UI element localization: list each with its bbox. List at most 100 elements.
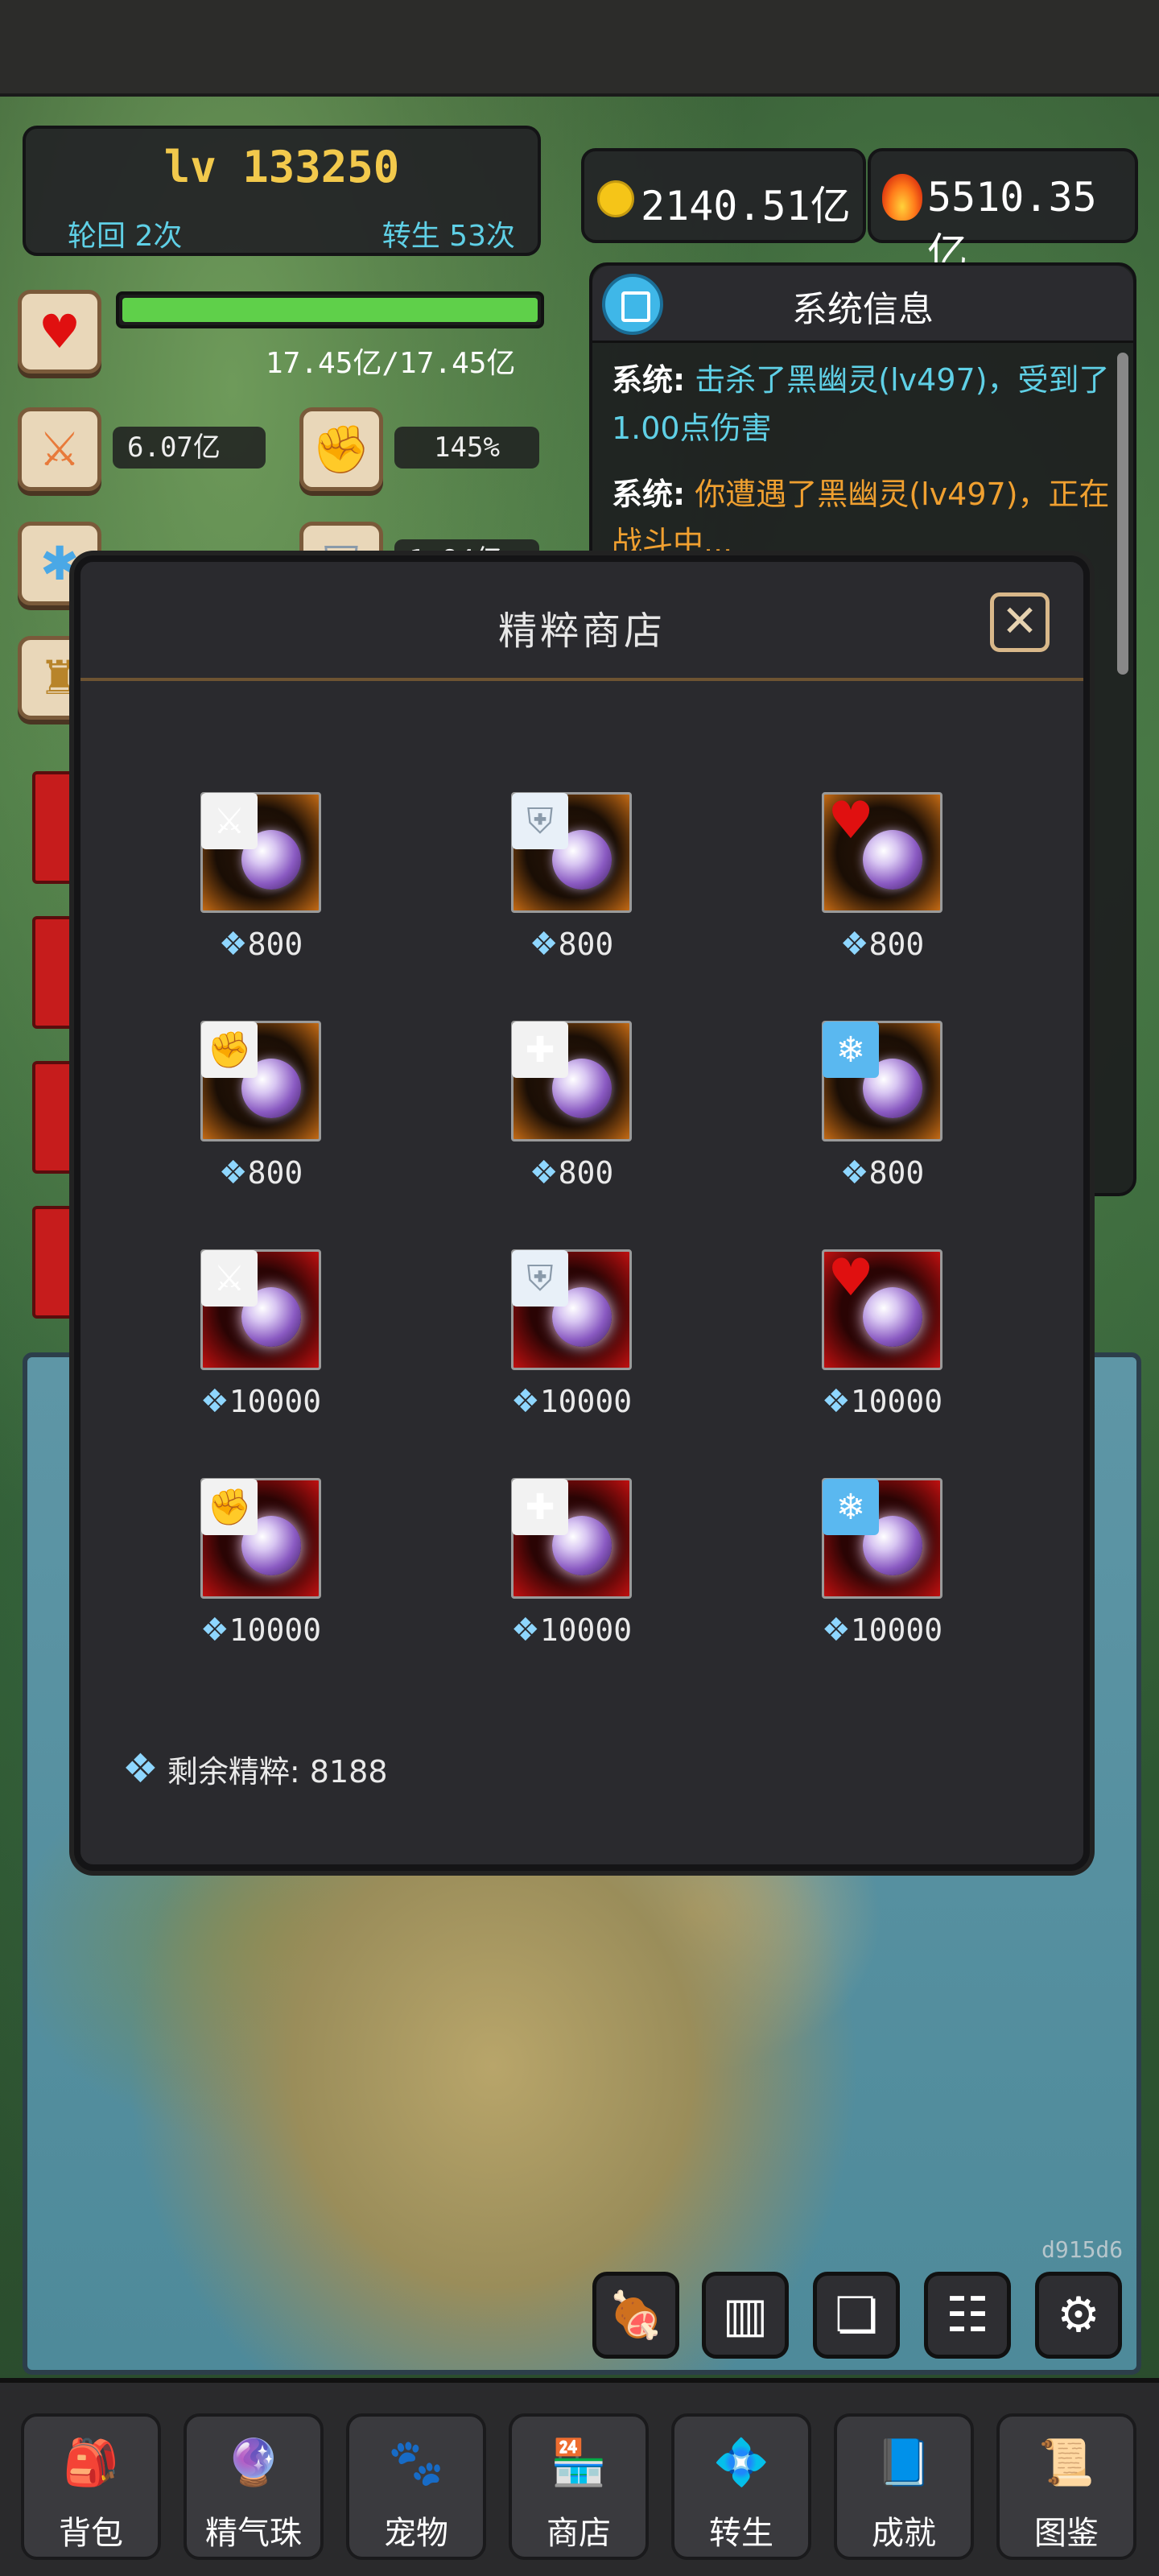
sword-icon: ⚔ xyxy=(39,422,80,477)
shop-item[interactable]: ✚ ❖10000 xyxy=(471,1478,672,1687)
defense-badge-icon: ⛨ xyxy=(512,1250,568,1307)
shop-item[interactable]: ✊ ❖800 xyxy=(160,1021,361,1230)
attack-value: 6.07亿 xyxy=(113,427,266,469)
nav-label: 图鉴 xyxy=(1034,2515,1099,2552)
attack-stat-icon[interactable]: ⚔ xyxy=(18,407,101,491)
bookmark-tool-button[interactable]: ❏ xyxy=(813,2272,900,2359)
item-price: ❖800 xyxy=(782,1154,983,1191)
price-value: 800 xyxy=(868,1155,925,1191)
message-source: 系统: xyxy=(612,477,686,512)
modal-header: 精粹商店 ✕ xyxy=(80,562,1083,681)
shop-item[interactable]: ⚔ ❖10000 xyxy=(160,1249,361,1459)
crit-fist-icon: ✊ xyxy=(311,421,371,477)
item-tile[interactable]: ✚ xyxy=(511,1021,632,1141)
item-price: ❖10000 xyxy=(160,1383,361,1420)
price-value: 10000 xyxy=(229,1612,322,1648)
shop-item[interactable]: ❄ ❖800 xyxy=(782,1021,983,1230)
nav-label: 转生 xyxy=(709,2515,773,2552)
item-price: ❖10000 xyxy=(471,1383,672,1420)
gear-icon: ⚙ xyxy=(1057,2287,1100,2343)
price-value: 10000 xyxy=(539,1612,633,1648)
item-tile[interactable]: ♥ xyxy=(822,1249,942,1370)
shop-item[interactable]: ✊ ❖10000 xyxy=(160,1478,361,1687)
shop-item[interactable]: ♥ ❖800 xyxy=(782,791,983,1001)
item-tile[interactable]: ⚔ xyxy=(200,792,321,913)
price-value: 10000 xyxy=(229,1384,322,1419)
fire-currency: 5510.35亿 xyxy=(868,148,1138,276)
nav-label: 成就 xyxy=(872,2515,936,2552)
shop-item[interactable]: ⛨ ❖10000 xyxy=(471,1249,672,1459)
item-tile[interactable]: ⛨ xyxy=(511,1249,632,1370)
system-scrollbar[interactable] xyxy=(1117,353,1128,675)
nav-pet[interactable]: 🐾 宠物 xyxy=(346,2413,486,2560)
item-price: ❖800 xyxy=(782,926,983,963)
message-text: 你遭遇了黑幽灵(lv497)，正在战斗中... xyxy=(612,477,1110,560)
heal-tool-button[interactable]: 🍖 xyxy=(592,2272,679,2359)
crit-badge-icon: ✊ xyxy=(201,1479,258,1535)
top-bar xyxy=(0,0,1159,97)
item-price: ❖10000 xyxy=(160,1612,361,1649)
item-tile[interactable]: ⛨ xyxy=(511,792,632,913)
item-tile[interactable]: ⚔ xyxy=(200,1249,321,1370)
close-button[interactable]: ✕ xyxy=(990,592,1050,652)
hp-bar-fill xyxy=(122,298,538,322)
bottom-nav: 🎒 背包 🔮 精气珠 🐾 宠物 🏪 商店 💠 转生 📘 成就 📜 图鉴 xyxy=(0,2378,1159,2576)
shop-item[interactable]: ❄ ❖10000 xyxy=(782,1478,983,1687)
price-value: 800 xyxy=(558,927,614,962)
heal-badge-icon: ✚ xyxy=(512,1479,568,1535)
nav-backpack[interactable]: 🎒 背包 xyxy=(21,2413,161,2560)
health-badge-icon: ♥ xyxy=(827,1249,874,1308)
sliders-tool-button[interactable]: ☷ xyxy=(924,2272,1011,2359)
nav-orb[interactable]: 🔮 精气珠 xyxy=(184,2413,324,2560)
shop-item[interactable]: ⚔ ❖800 xyxy=(160,792,361,1001)
item-tile[interactable]: ❄ xyxy=(822,1021,942,1141)
nav-achievement[interactable]: 📘 成就 xyxy=(834,2413,974,2560)
nav-label: 宠物 xyxy=(384,2515,448,2552)
nav-codex[interactable]: 📜 图鉴 xyxy=(996,2413,1136,2560)
price-value: 10000 xyxy=(850,1612,943,1648)
map-id-label: d915d6 xyxy=(1041,2236,1124,2263)
item-tile[interactable]: ❄ xyxy=(822,1478,942,1599)
backpack-icon: 🎒 xyxy=(63,2437,119,2489)
item-tile[interactable]: ✊ xyxy=(200,1478,321,1599)
crystal-icon: ❖ xyxy=(529,1154,559,1191)
crystal-icon: ❖ xyxy=(200,1383,229,1420)
codex-icon: 📜 xyxy=(1038,2437,1095,2489)
crit-value: 145% xyxy=(394,427,539,469)
heart-stat-icon[interactable]: ♥ xyxy=(18,290,101,374)
shop-item[interactable]: ♥ ❖10000 xyxy=(782,1249,983,1459)
crystal-icon: ❖ xyxy=(218,926,248,963)
crit-badge-icon: ✊ xyxy=(201,1022,258,1078)
coin-icon xyxy=(597,180,634,217)
nav-store[interactable]: 🏪 商店 xyxy=(509,2413,649,2560)
shop-item[interactable]: ✚ ❖800 xyxy=(471,1021,672,1230)
item-tile[interactable]: ✚ xyxy=(511,1478,632,1599)
price-value: 10000 xyxy=(850,1384,943,1419)
item-tile[interactable]: ♥ xyxy=(822,791,942,913)
system-info-header: 系统信息 xyxy=(592,266,1133,343)
nav-label: 商店 xyxy=(547,2515,611,2552)
shop-item[interactable]: ⛨ ❖800 xyxy=(471,792,672,1001)
item-price: ❖800 xyxy=(160,926,361,963)
rebirth-count: 转生 53次 xyxy=(382,220,515,253)
price-value: 10000 xyxy=(539,1384,633,1419)
remaining-essence: ❖ 剩余精粹: 8188 xyxy=(122,1745,388,1792)
bar-chart-icon: ▥ xyxy=(722,2287,769,2343)
settings-tool-button[interactable]: ⚙ xyxy=(1035,2272,1122,2359)
coin-value: 2140.51亿 xyxy=(641,183,851,229)
crystal-icon: ❖ xyxy=(821,1383,851,1420)
crystal-icon: ❖ xyxy=(839,926,869,963)
orb-icon: 🔮 xyxy=(225,2437,282,2489)
system-message: 系统: 你遭遇了黑幽灵(lv497)，正在战斗中... xyxy=(612,470,1111,567)
crystal-icon: ❖ xyxy=(510,1383,540,1420)
nav-rebirth[interactable]: 💠 转生 xyxy=(671,2413,811,2560)
level-panel: lv 133250 轮回 2次 转生 53次 xyxy=(23,126,541,256)
crit-stat-icon[interactable]: ✊ xyxy=(299,407,383,491)
pet-icon: 🐾 xyxy=(388,2437,444,2489)
crystal-icon: ❖ xyxy=(821,1612,851,1649)
crystal-icon: ❖ xyxy=(839,1154,869,1191)
store-icon: 🏪 xyxy=(551,2437,607,2489)
item-tile[interactable]: ✊ xyxy=(200,1021,321,1141)
price-value: 800 xyxy=(868,927,925,962)
stats-tool-button[interactable]: ▥ xyxy=(702,2272,789,2359)
